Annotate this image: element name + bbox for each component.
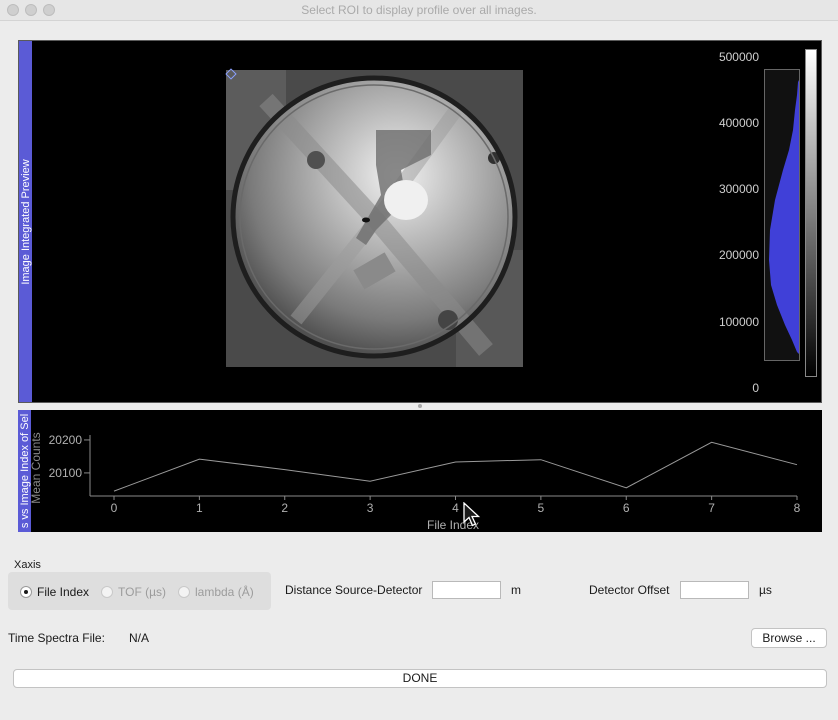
radio-label: TOF (µs)	[118, 585, 167, 599]
y-tick-label: 20200	[49, 433, 83, 447]
window-title: Select ROI to display profile over all i…	[301, 3, 537, 17]
distance-unit: m	[511, 583, 521, 597]
radio-dot	[178, 586, 190, 598]
offset-input[interactable]	[680, 581, 749, 599]
profile-plot-dock[interactable]: 20100 20200 0 1 2 3 4 5 6 7 8 Mean Counts File Ind…	[18, 410, 822, 532]
hist-tick-label: 0	[752, 381, 759, 395]
profile-tab[interactable]: s vs Image Index of Sel	[18, 410, 31, 532]
histogram-plot[interactable]	[764, 69, 800, 361]
x-tick-label: 1	[196, 501, 203, 515]
colormap-gradient[interactable]	[805, 49, 817, 377]
x-tick-label: 7	[708, 501, 715, 515]
neutron-radiograph	[226, 70, 523, 367]
hist-tick-label: 400000	[718, 116, 759, 130]
lambda-radio[interactable]: lambda (Å)	[178, 585, 254, 599]
xaxis-group-title: Xaxis	[14, 559, 41, 571]
image-preview-tab[interactable]: Image Integrated Preview	[19, 41, 32, 402]
image-preview-tab-label: Image Integrated Preview	[19, 158, 32, 285]
time-spectra-label: Time Spectra File:	[8, 631, 105, 645]
xaxis-radio-group: File Index TOF (µs) lambda (Å)	[8, 572, 271, 610]
integrated-image[interactable]	[226, 70, 523, 367]
radio-dot	[20, 586, 32, 598]
done-button[interactable]: DONE	[13, 669, 827, 688]
time-spectra-value: N/A	[129, 631, 150, 645]
distance-input[interactable]	[432, 581, 501, 599]
chart-ylabel: Mean Counts	[29, 432, 43, 503]
histogram-distribution	[769, 80, 799, 354]
radio-label: lambda (Å)	[195, 585, 254, 599]
x-tick-label: 4	[452, 501, 459, 515]
x-tick-label: 5	[538, 501, 545, 515]
y-tick-label: 20100	[49, 466, 83, 480]
distance-label: Distance Source-Detector	[285, 583, 423, 597]
x-tick-label: 2	[281, 501, 288, 515]
offset-label: Detector Offset	[589, 583, 670, 597]
radio-dot	[101, 586, 113, 598]
image-preview-dock[interactable]: Image Integrated Preview 500000 400000 3…	[18, 40, 822, 403]
x-tick-label: 8	[794, 501, 801, 515]
browse-button[interactable]: Browse ...	[751, 628, 827, 648]
profile-tab-label: s vs Image Index of Sel	[18, 413, 31, 529]
offset-unit: µs	[759, 583, 772, 597]
profile-chart[interactable]: 20100202000 1 2 3 4 5 6 7 8 Mean Counts File Ind…	[18, 410, 822, 532]
x-tick-label: 0	[111, 501, 118, 515]
splitter-handle[interactable]	[418, 404, 422, 408]
x-tick-label: 6	[623, 501, 630, 515]
title-bar: Select ROI to display profile over all i…	[0, 0, 838, 21]
hist-tick-label: 300000	[718, 182, 759, 196]
tof-radio[interactable]: TOF (µs)	[101, 585, 166, 599]
file-index-radio[interactable]: File Index	[20, 585, 89, 599]
hist-tick-label: 100000	[718, 315, 759, 329]
hist-tick-label: 500000	[718, 50, 759, 64]
profile-series-line	[113, 441, 798, 492]
hist-tick-label: 200000	[718, 248, 759, 262]
x-tick-label: 3	[367, 501, 374, 515]
radio-label: File Index	[37, 585, 90, 599]
mouse-cursor-icon	[463, 502, 481, 527]
